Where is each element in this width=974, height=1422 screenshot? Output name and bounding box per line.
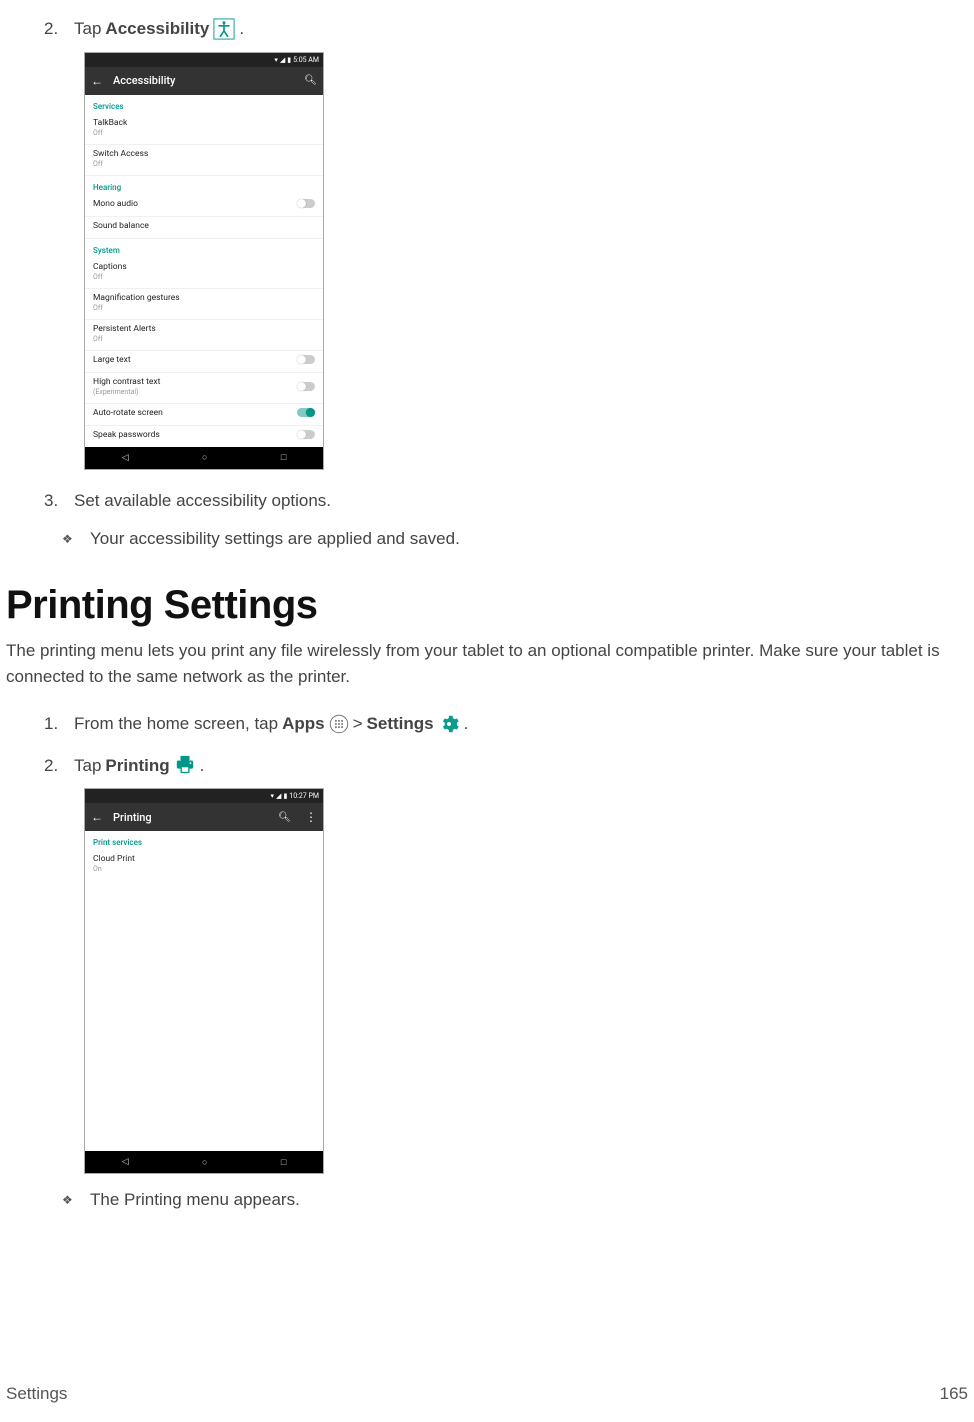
battery-icon: ▮ — [283, 792, 287, 800]
search-icon: 🔍︎ — [278, 812, 291, 823]
toggle-off — [297, 430, 315, 439]
toggle-off — [297, 382, 315, 391]
more-icon: ⋮ — [301, 810, 317, 824]
appbar-title: Printing — [113, 811, 268, 824]
row-auto-rotate: Auto-rotate screen — [85, 404, 323, 426]
status-bar: ▾ ◢ ▮ 10:27 PM — [85, 789, 323, 803]
nav-bar: ◁ ○ □ — [85, 447, 323, 469]
row-high-contrast: High contrast text(Experimental) — [85, 373, 323, 404]
row-magnification: Magnification gesturesOff — [85, 289, 323, 320]
nav-recents-icon: □ — [281, 1157, 286, 1168]
step-text-bold-apps: Apps — [282, 711, 325, 737]
signal-icon: ◢ — [280, 56, 285, 64]
lead-paragraph: The printing menu lets you print any fil… — [6, 638, 968, 689]
status-time: 10:27 PM — [289, 792, 319, 800]
toggle-off — [297, 355, 315, 364]
step-text: Set available accessibility options. — [74, 488, 331, 514]
step-text-post: . — [464, 711, 469, 737]
status-bar: ▾ ◢ ▮ 5:05 AM — [85, 53, 323, 67]
step-2-accessibility: 2. Tap Accessibility . — [44, 16, 968, 42]
accessibility-screenshot: ▾ ◢ ▮ 5:05 AM ← Accessibility 🔍︎ Service… — [84, 52, 324, 470]
step-text-bold: Accessibility — [105, 16, 209, 42]
list-body: Print services Cloud PrintOn — [85, 831, 323, 1151]
status-time: 5:05 AM — [293, 56, 319, 64]
step-text-bold: Printing — [105, 753, 169, 779]
nav-home-icon: ○ — [202, 1157, 207, 1168]
printing-screenshot: ▾ ◢ ▮ 10:27 PM ← Printing 🔍︎ ⋮ Print ser… — [84, 788, 324, 1174]
toggle-off — [297, 199, 315, 208]
step-3: 3. Set available accessibility options. — [44, 488, 968, 514]
battery-icon: ▮ — [287, 56, 291, 64]
step-1-printing: 1. From the home screen, tap Apps > Sett… — [44, 711, 968, 737]
step-text-post: . — [239, 16, 244, 42]
diamond-bullet-icon: ❖ — [62, 532, 90, 546]
row-persistent-alerts: Persistent AlertsOff — [85, 320, 323, 351]
heading-printing-settings: Printing Settings — [6, 583, 968, 628]
back-icon: ← — [91, 74, 103, 88]
row-cloud-print: Cloud PrintOn — [85, 850, 323, 880]
row-captions: CaptionsOff — [85, 258, 323, 289]
wifi-icon: ▾ — [271, 792, 275, 800]
app-bar: ← Printing 🔍︎ ⋮ — [85, 803, 323, 831]
nav-recents-icon: □ — [281, 452, 286, 463]
note-printing-menu: ❖ The Printing menu appears. — [62, 1190, 968, 1210]
settings-icon — [438, 713, 460, 735]
nav-back-icon: ◁ — [122, 453, 129, 463]
row-talkback: TalkBackOff — [85, 114, 323, 145]
search-icon: 🔍︎ — [304, 75, 317, 86]
printing-icon — [174, 755, 196, 775]
row-large-text: Large text — [85, 351, 323, 373]
page-footer: Settings 165 — [6, 1384, 968, 1404]
footer-section: Settings — [6, 1384, 67, 1404]
footer-page-number: 165 — [940, 1384, 968, 1404]
appbar-title: Accessibility — [113, 74, 294, 87]
step-number: 2. — [44, 753, 74, 779]
note-accessibility-saved: ❖ Your accessibility settings are applie… — [62, 529, 968, 549]
accessibility-icon — [213, 18, 235, 40]
category-system: System — [85, 239, 323, 258]
row-sound-balance: Sound balance — [85, 217, 323, 239]
step-text-pre: From the home screen, tap — [74, 711, 278, 737]
step-text-bold-settings: Settings — [367, 711, 434, 737]
step-number: 3. — [44, 488, 74, 514]
wifi-icon: ▾ — [274, 56, 278, 64]
note-text: The Printing menu appears. — [90, 1190, 300, 1210]
row-mono-audio: Mono audio — [85, 195, 323, 217]
apps-icon — [329, 714, 349, 734]
signal-icon: ◢ — [276, 792, 281, 800]
step-text-mid: > — [353, 711, 363, 737]
diamond-bullet-icon: ❖ — [62, 1193, 90, 1207]
app-bar: ← Accessibility 🔍︎ — [85, 67, 323, 95]
nav-home-icon: ○ — [202, 452, 207, 463]
nav-back-icon: ◁ — [122, 1157, 129, 1167]
row-switch-access: Switch AccessOff — [85, 145, 323, 176]
note-text: Your accessibility settings are applied … — [90, 529, 460, 549]
back-icon: ← — [91, 810, 103, 824]
step-text-pre: Tap — [74, 753, 101, 779]
category-services: Services — [85, 95, 323, 114]
step-2-printing: 2. Tap Printing . — [44, 753, 968, 779]
step-number: 1. — [44, 711, 74, 737]
step-text-pre: Tap — [74, 16, 101, 42]
list-body: Services TalkBackOff Switch AccessOff He… — [85, 95, 323, 447]
category-hearing: Hearing — [85, 176, 323, 195]
step-number: 2. — [44, 16, 74, 42]
category-print-services: Print services — [85, 831, 323, 850]
nav-bar: ◁ ○ □ — [85, 1151, 323, 1173]
toggle-on — [297, 408, 315, 417]
row-speak-passwords: Speak passwords — [85, 426, 323, 447]
step-text-post: . — [200, 753, 205, 779]
